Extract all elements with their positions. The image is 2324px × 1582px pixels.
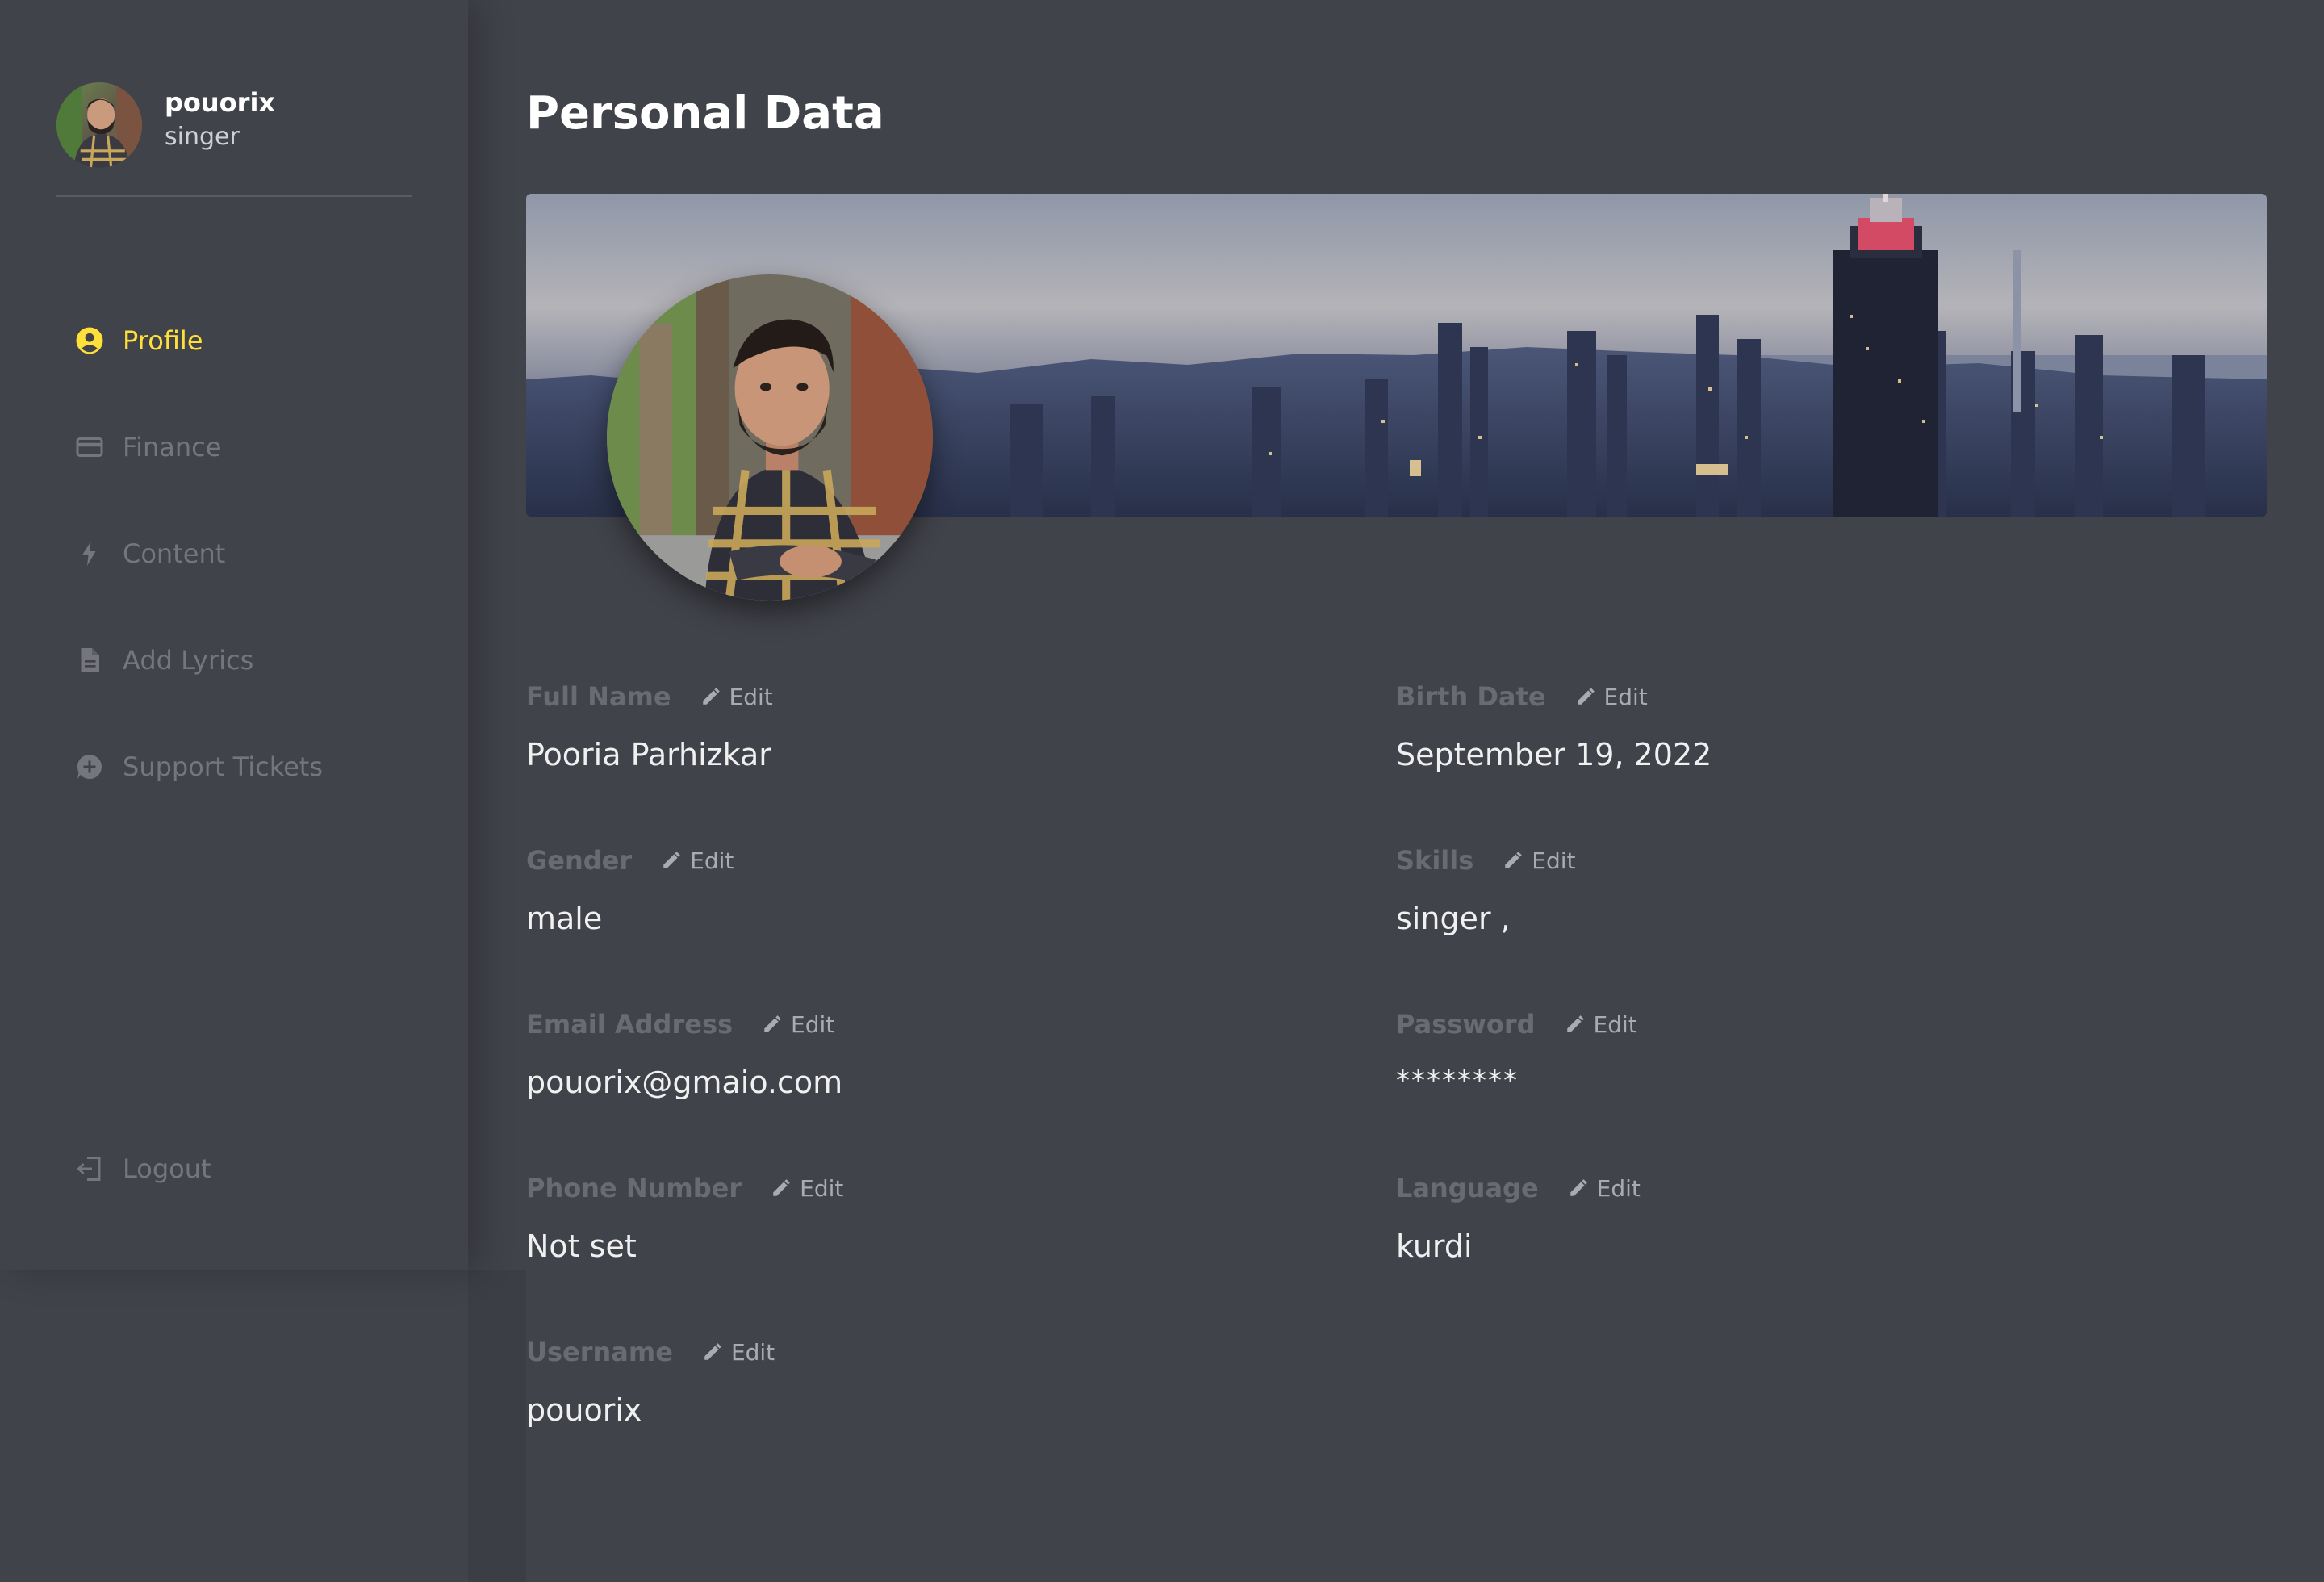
username-value: pouorix xyxy=(526,1392,642,1428)
field-username: Username Edit pouorix xyxy=(526,1336,1252,1465)
field-label: Username xyxy=(526,1337,673,1367)
user-circle-icon xyxy=(74,325,105,356)
skills-value: singer , xyxy=(1396,901,1511,936)
edit-username-button[interactable]: Edit xyxy=(702,1339,775,1366)
pencil-icon xyxy=(764,1015,781,1032)
field-label: Birth Date xyxy=(1396,681,1546,712)
sidebar-item-label: Finance xyxy=(123,432,222,462)
field-skills: Skills Edit singer , xyxy=(1396,844,2122,973)
field-label: Phone Number xyxy=(526,1173,742,1203)
edit-gender-button[interactable]: Edit xyxy=(661,848,734,874)
field-label: Password xyxy=(1396,1009,1536,1040)
sidebar-item-label: Profile xyxy=(123,325,203,356)
user-profile-summary: pouorix singer xyxy=(56,81,412,198)
edit-phone-button[interactable]: Edit xyxy=(771,1175,843,1202)
field-email: Email Address Edit pouorix@gmaio.com xyxy=(526,1008,1252,1137)
edit-label: Edit xyxy=(1596,1174,1641,1202)
chat-plus-icon xyxy=(74,751,105,782)
sidebar-item-add-lyrics[interactable]: Add Lyrics xyxy=(74,636,429,684)
field-language: Language Edit kurdi xyxy=(1396,1172,2122,1301)
field-label: Skills xyxy=(1396,845,1474,876)
field-label: Language xyxy=(1396,1173,1539,1203)
field-birth-date: Birth Date Edit September 19, 2022 xyxy=(1396,680,2122,810)
field-label: Gender xyxy=(526,845,633,876)
sidebar-item-content[interactable]: Content xyxy=(74,529,429,578)
page-title: Personal Data xyxy=(526,87,884,140)
field-password: Password Edit ******** xyxy=(1396,1008,2122,1137)
divider xyxy=(56,195,412,197)
edit-full-name-button[interactable]: Edit xyxy=(700,684,773,710)
pencil-icon xyxy=(1566,1015,1584,1032)
pencil-icon xyxy=(704,1343,721,1360)
user-role: singer xyxy=(165,123,240,151)
logout-button[interactable]: Logout xyxy=(74,1145,429,1193)
email-value: pouorix@gmaio.com xyxy=(526,1065,843,1100)
field-label: Email Address xyxy=(526,1009,734,1040)
sidebar-item-support-tickets[interactable]: Support Tickets xyxy=(74,743,429,791)
edit-password-button[interactable]: Edit xyxy=(1565,1011,1637,1038)
field-phone: Phone Number Edit Not set xyxy=(526,1172,1252,1301)
sidebar-item-profile[interactable]: Profile xyxy=(74,316,429,365)
sidebar-item-label: Support Tickets xyxy=(123,751,324,782)
edit-birth-date-button[interactable]: Edit xyxy=(1575,684,1648,710)
logout-label: Logout xyxy=(123,1153,211,1184)
phone-value: Not set xyxy=(526,1228,637,1264)
edit-label: Edit xyxy=(1603,683,1648,710)
edit-label: Edit xyxy=(730,1338,775,1366)
edit-language-button[interactable]: Edit xyxy=(1568,1175,1641,1202)
credit-card-icon xyxy=(74,432,105,462)
pencil-icon xyxy=(1570,1179,1587,1196)
edit-email-button[interactable]: Edit xyxy=(762,1011,834,1038)
password-value: ******** xyxy=(1396,1065,1519,1097)
sidebar-shadow-strip xyxy=(468,1270,526,1582)
sidebar-item-label: Content xyxy=(123,538,226,569)
edit-label: Edit xyxy=(800,1174,844,1202)
pencil-icon xyxy=(663,852,680,868)
edit-label: Edit xyxy=(690,847,734,874)
bolt-icon xyxy=(74,538,105,569)
profile-photo[interactable] xyxy=(607,274,933,601)
pencil-icon xyxy=(702,688,720,705)
sidebar: pouorix singer Profile Finance Content A… xyxy=(0,0,468,1270)
pencil-icon xyxy=(1577,688,1595,705)
edit-skills-button[interactable]: Edit xyxy=(1503,847,1576,874)
document-icon xyxy=(74,645,105,676)
edit-label: Edit xyxy=(1593,1011,1637,1038)
pencil-icon xyxy=(1505,852,1523,868)
sidebar-item-label: Add Lyrics xyxy=(123,645,254,676)
gender-value: male xyxy=(526,901,603,936)
edit-label: Edit xyxy=(791,1011,835,1038)
edit-label: Edit xyxy=(1532,847,1576,874)
pencil-icon xyxy=(773,1179,790,1196)
user-name: pouorix xyxy=(165,87,276,118)
birth-date-value: September 19, 2022 xyxy=(1396,737,1712,772)
sidebar-item-finance[interactable]: Finance xyxy=(74,423,429,471)
field-gender: Gender Edit male xyxy=(526,844,1252,973)
edit-label: Edit xyxy=(729,683,773,710)
avatar[interactable] xyxy=(56,82,142,168)
full-name-value: Pooria Parhizkar xyxy=(526,737,771,772)
language-value: kurdi xyxy=(1396,1228,1473,1264)
field-full-name: Full Name Edit Pooria Parhizkar xyxy=(526,680,1252,810)
logout-icon xyxy=(74,1153,105,1184)
field-label: Full Name xyxy=(526,681,671,712)
